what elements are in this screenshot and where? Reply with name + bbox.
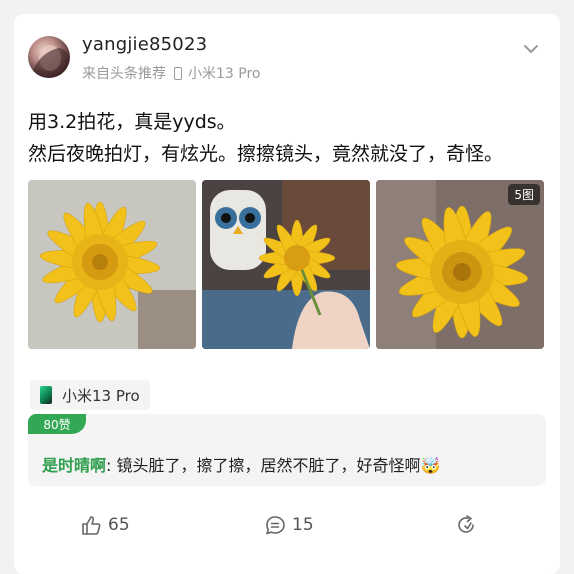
photo-2[interactable] xyxy=(202,180,370,349)
share-button[interactable] xyxy=(456,514,484,536)
photo-grid: 5图 xyxy=(28,180,546,350)
phone-icon xyxy=(40,386,52,404)
chevron-down-icon[interactable] xyxy=(522,40,540,58)
device-label: 小米13 Pro xyxy=(188,66,261,82)
avatar[interactable] xyxy=(28,36,70,78)
comment-text: 镜头脏了，擦了擦，居然不脏了，好奇怪啊🤯 xyxy=(116,456,441,475)
post-card: yangjie85023 来自头条推荐 小米13 Pro 用3.2拍花，真是yy… xyxy=(14,14,560,574)
thumbs-up-icon xyxy=(82,516,101,535)
post-text: 用3.2拍花，真是yyds。 然后夜晚拍灯，有炫光。擦擦镜头，竟然就没了，奇怪。 xyxy=(28,106,550,170)
like-button[interactable]: 65 xyxy=(80,514,130,536)
hot-comment[interactable]: 80赞 是时晴啊: 镜头脏了，擦了擦，居然不脏了，好奇怪啊🤯 xyxy=(28,414,546,486)
photo-3[interactable]: 5图 xyxy=(376,180,544,349)
comment-button[interactable]: 15 xyxy=(264,514,314,536)
device-chip[interactable]: 小米13 Pro xyxy=(30,380,150,410)
comment-separator: : xyxy=(106,456,117,475)
comment-icon xyxy=(266,516,285,535)
device-chip-label: 小米13 Pro xyxy=(62,386,140,405)
post-text-line: 用3.2拍花，真是yyds。 xyxy=(28,111,236,133)
source-label: 来自头条推荐 xyxy=(82,66,166,82)
comment-count: 15 xyxy=(292,515,314,535)
action-bar: 65 15 xyxy=(14,514,560,540)
comment-author[interactable]: 是时晴啊 xyxy=(42,456,106,475)
share-icon xyxy=(458,515,474,533)
likes-badge: 80赞 xyxy=(28,414,86,434)
photo-1[interactable] xyxy=(28,180,196,349)
like-count: 65 xyxy=(108,515,130,535)
phone-icon xyxy=(174,66,182,80)
photo-count-badge: 5图 xyxy=(508,184,540,205)
source-line: 来自头条推荐 小米13 Pro xyxy=(82,63,260,83)
comment-line: 是时晴啊: 镜头脏了，擦了擦，居然不脏了，好奇怪啊🤯 xyxy=(42,452,440,476)
username[interactable]: yangjie85023 xyxy=(82,34,207,55)
post-text-line: 然后夜晚拍灯，有炫光。擦擦镜头，竟然就没了，奇怪。 xyxy=(28,143,504,165)
